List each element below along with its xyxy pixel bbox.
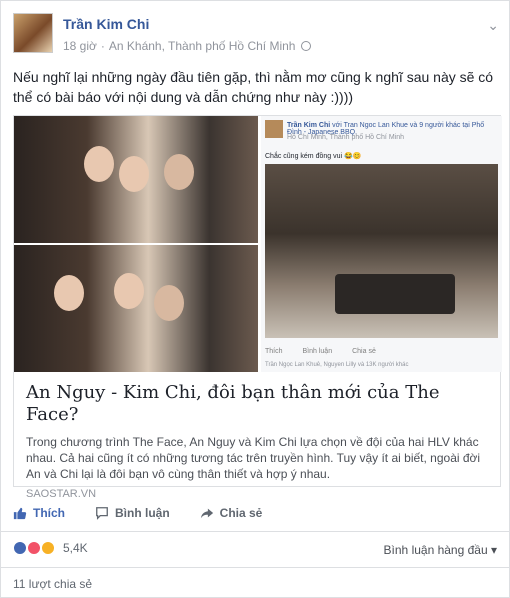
embedded-header: Trần Kim Chi với Tran Ngoc Lan Khue và 9… bbox=[265, 120, 498, 150]
comment-sort-dropdown[interactable]: Bình luận hàng đầu ▾ bbox=[384, 543, 497, 557]
bbq-table bbox=[335, 274, 455, 314]
comment-button[interactable]: Bình luận bbox=[95, 506, 170, 520]
share-icon bbox=[200, 508, 213, 519]
embedded-facebook-post[interactable]: Trần Kim Chi với Tran Ngoc Lan Khue và 9… bbox=[261, 116, 502, 372]
like-label: Thích bbox=[33, 506, 65, 520]
share-count[interactable]: 11 lượt chia sẻ bbox=[13, 577, 92, 591]
comment-label: Bình luận bbox=[115, 506, 170, 520]
globe-icon bbox=[301, 41, 312, 51]
post-meta: 18 giờ · An Khánh, Thành phố Hồ Chí Minh bbox=[63, 39, 313, 53]
post-time[interactable]: 18 giờ bbox=[63, 39, 97, 53]
embedded-share: Chia sẻ bbox=[352, 348, 376, 355]
link-title[interactable]: An Nguy - Kim Chi, đôi bạn thân mới của … bbox=[26, 382, 488, 426]
like-button[interactable]: Thích bbox=[13, 506, 65, 520]
embedded-footer: Trần Ngọc Lan Khuê, Nguyen Lilly và 13K … bbox=[265, 362, 409, 368]
share-label: Chia sẻ bbox=[219, 506, 263, 520]
chevron-down-icon[interactable]: ⌄ bbox=[487, 17, 499, 34]
link-source: SAOSTAR.VN bbox=[26, 488, 97, 500]
photo-top bbox=[14, 116, 258, 243]
like-reaction-icon bbox=[13, 541, 27, 555]
embedded-like: Thích bbox=[265, 348, 283, 355]
link-preview-card[interactable]: Trần Kim Chi với Tran Ngoc Lan Khue và 9… bbox=[13, 115, 502, 500]
reactions-summary[interactable]: 5,4K bbox=[13, 541, 88, 555]
post-header: Trần Kim Chi 18 giờ · An Khánh, Thành ph… bbox=[13, 13, 499, 57]
photo-collage[interactable] bbox=[14, 116, 258, 372]
photo-bottom bbox=[14, 245, 258, 372]
post-location[interactable]: An Khánh, Thành phố Hồ Chí Minh bbox=[109, 39, 296, 53]
comment-icon bbox=[96, 507, 108, 520]
link-body[interactable]: An Nguy - Kim Chi, đôi bạn thân mới của … bbox=[14, 372, 500, 500]
embedded-actions: Thích Bình luận Chia sẻ bbox=[265, 348, 498, 355]
share-button[interactable]: Chia sẻ bbox=[200, 506, 263, 520]
embedded-avatar bbox=[265, 120, 283, 138]
post-actions: Thích Bình luận Chia sẻ bbox=[13, 501, 499, 525]
post-card: Trần Kim Chi 18 giờ · An Khánh, Thành ph… bbox=[0, 0, 510, 598]
link-description: Trong chương trình The Face, An Nguy và … bbox=[26, 435, 481, 481]
reaction-count: 5,4K bbox=[63, 541, 88, 555]
post-text: Nếu nghĩ lại những ngày đầu tiên gặp, th… bbox=[13, 69, 494, 105]
divider bbox=[1, 567, 509, 568]
embedded-with: với Tran Ngoc Lan Khue và 9 người khác t… bbox=[332, 122, 470, 129]
embedded-author: Trần Kim Chi bbox=[287, 122, 331, 129]
love-reaction-icon bbox=[27, 541, 41, 555]
embedded-comment: Bình luận bbox=[302, 348, 333, 355]
divider bbox=[1, 531, 509, 532]
embedded-caption: Chắc cũng kém đồng vui 😂😊 bbox=[265, 153, 362, 160]
embedded-photo bbox=[265, 164, 498, 338]
separator: · bbox=[100, 39, 105, 53]
like-icon bbox=[13, 507, 27, 520]
author-name[interactable]: Trần Kim Chi bbox=[63, 16, 149, 32]
haha-reaction-icon bbox=[41, 541, 55, 555]
embedded-sub: Hồ Chí Minh, Thành phố Hồ Chí Minh bbox=[287, 134, 404, 141]
author-avatar[interactable] bbox=[13, 13, 53, 53]
